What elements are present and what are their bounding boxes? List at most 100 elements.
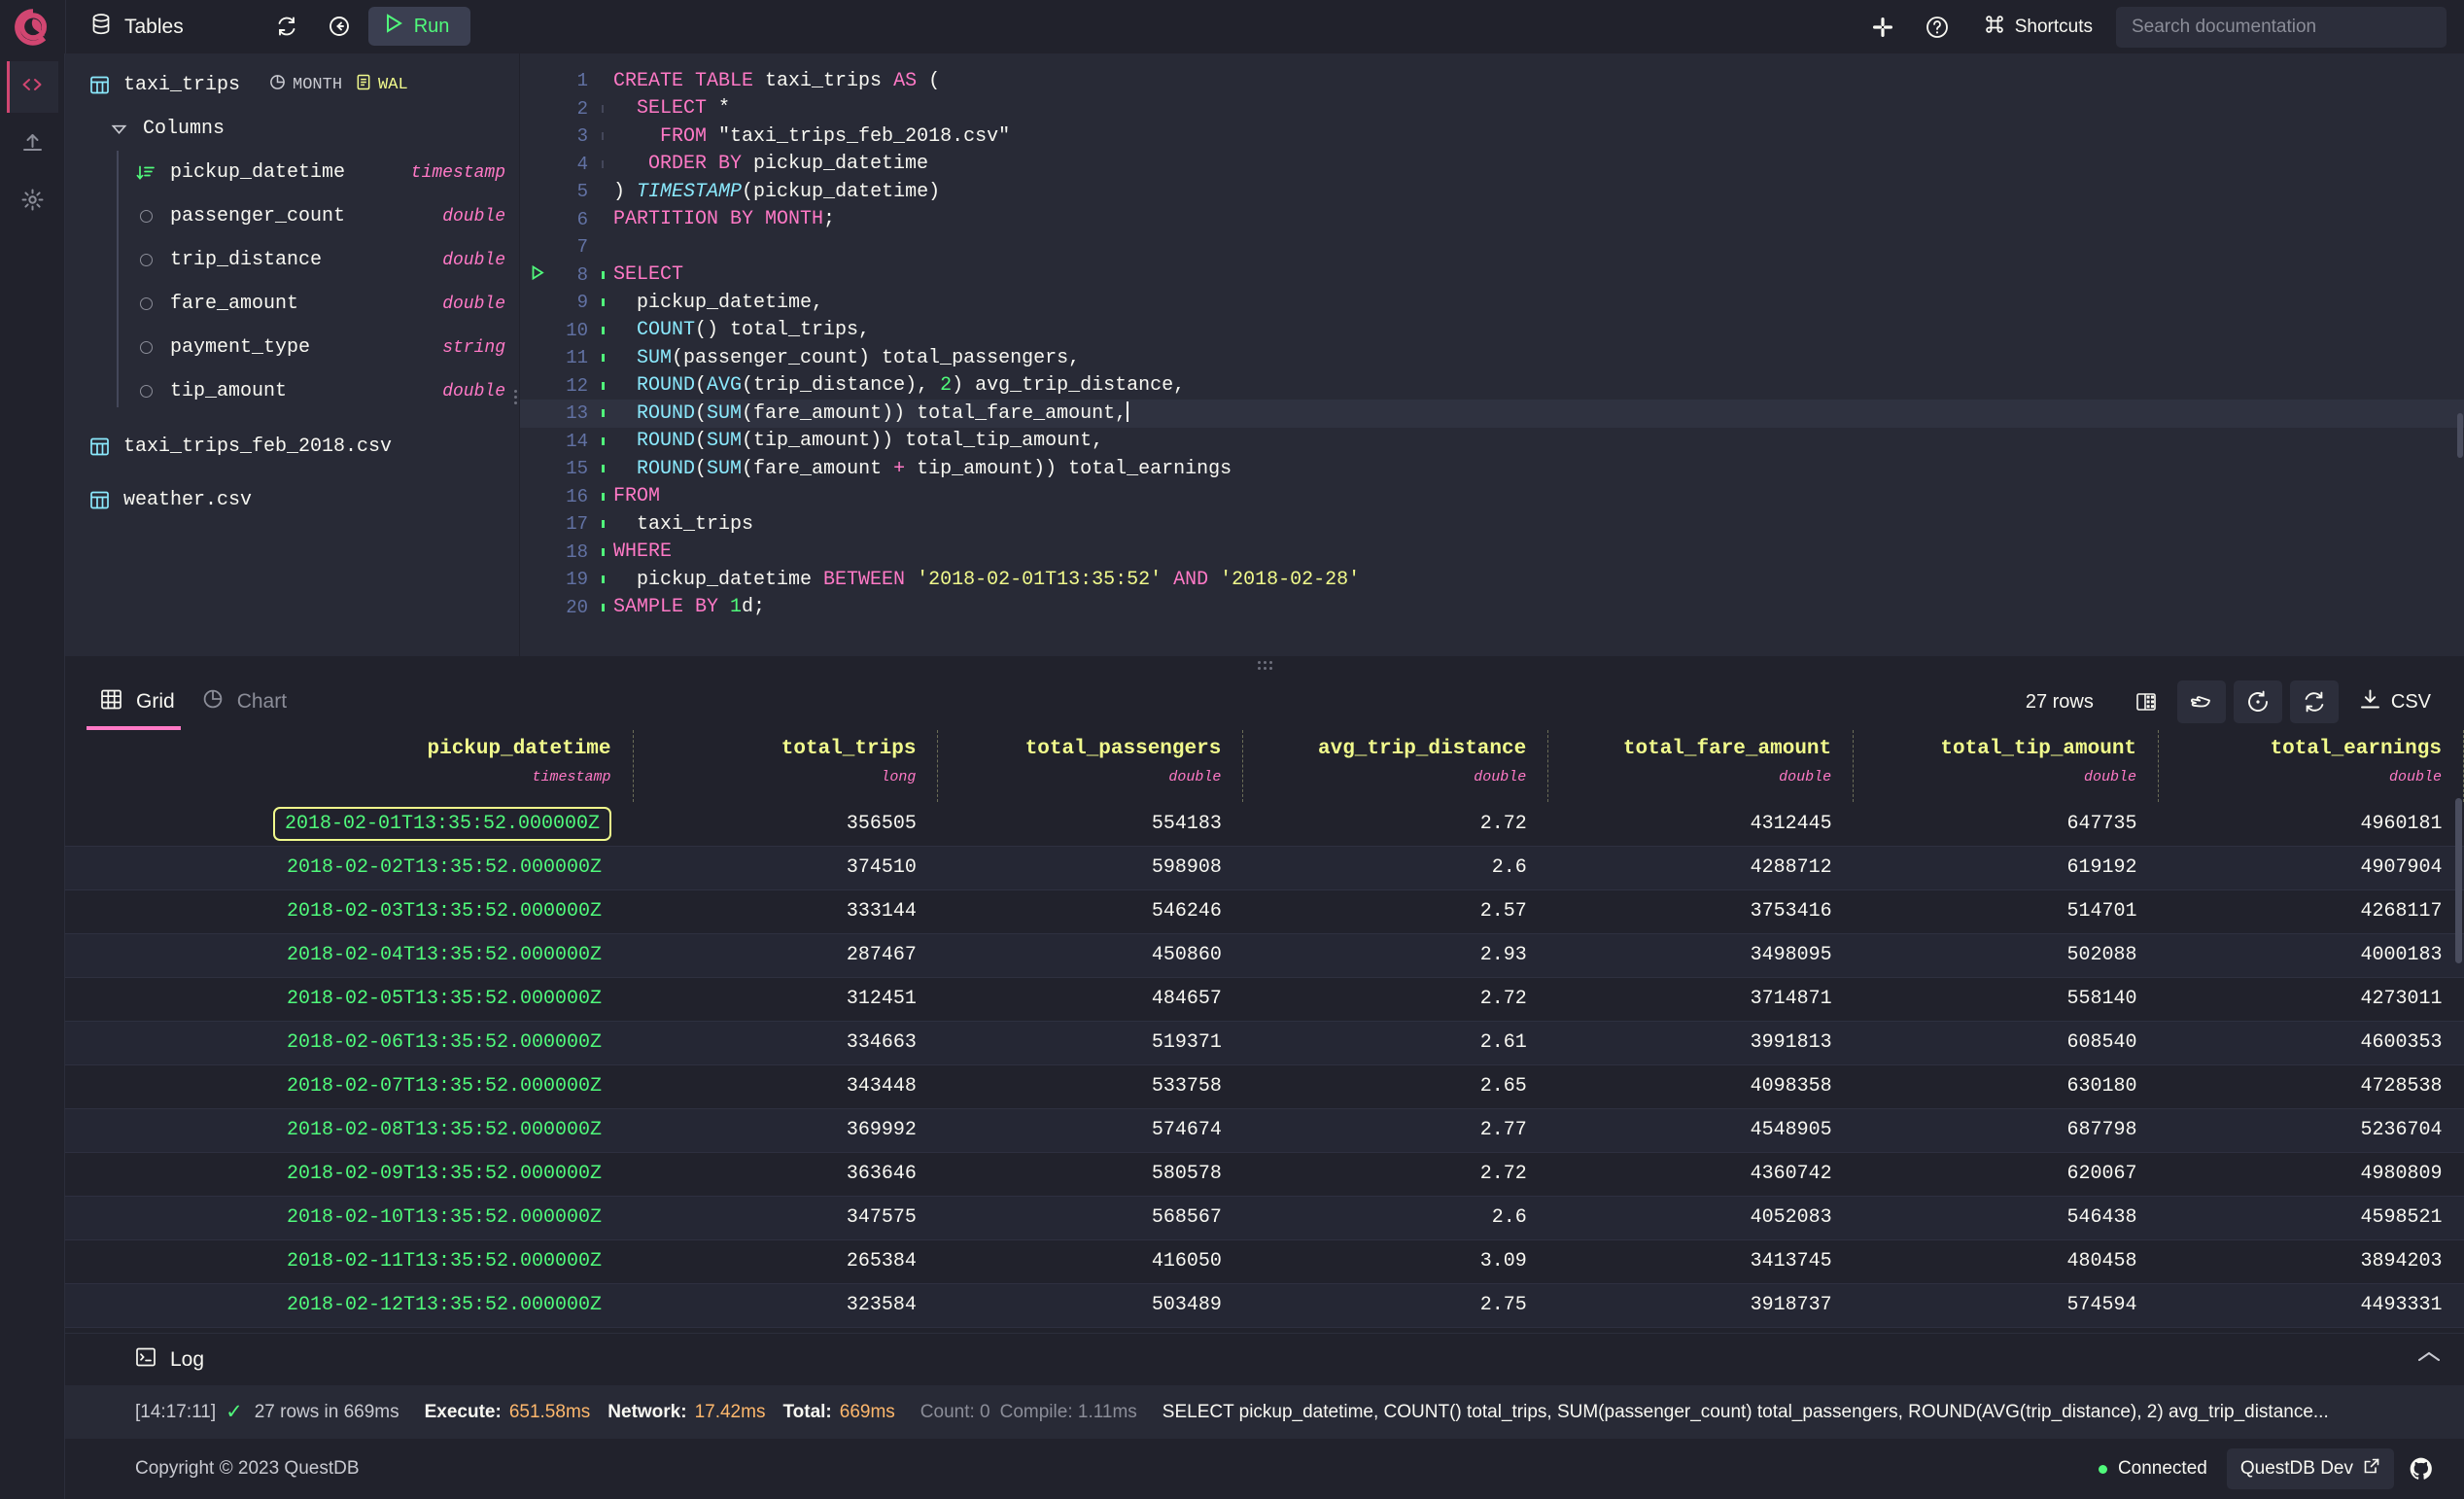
sql-editor-line[interactable]: 9 pickup_datetime, — [520, 289, 2464, 317]
sql-editor[interactable]: 1 CREATE TABLE taxi_trips AS (2 SELECT * 3… — [520, 53, 2464, 656]
value-cell[interactable]: 568567 — [937, 1196, 1243, 1240]
value-cell[interactable]: 4268117 — [2158, 889, 2464, 934]
value-cell[interactable]: 4960181 — [2158, 802, 2464, 847]
value-cell[interactable]: 4548905 — [1547, 1108, 1854, 1153]
table-row[interactable]: 2018-02-08T13:35:52.000000Z 369992 574674 2… — [65, 1108, 2464, 1153]
value-cell[interactable]: 514701 — [1853, 889, 2159, 934]
value-cell[interactable]: 2.93 — [1242, 933, 1548, 978]
value-cell[interactable]: 3894203 — [2158, 1239, 2464, 1284]
value-cell[interactable]: 369992 — [633, 1108, 938, 1153]
timestamp-cell[interactable]: 2018-02-09T13:35:52.000000Z — [65, 1152, 634, 1197]
value-cell[interactable]: 608540 — [1853, 1021, 2159, 1065]
value-cell[interactable]: 3714871 — [1547, 977, 1854, 1022]
value-cell[interactable]: 4907904 — [2158, 846, 2464, 890]
table-row[interactable]: 2018-02-02T13:35:52.000000Z 374510 598908 2… — [65, 846, 2464, 890]
value-cell[interactable]: 4098358 — [1547, 1064, 1854, 1109]
value-cell[interactable]: 312451 — [633, 977, 938, 1022]
value-cell[interactable]: 546246 — [937, 889, 1243, 934]
column-header[interactable]: total_earnings double — [2158, 730, 2464, 802]
column-header[interactable]: avg_trip_distance double — [1242, 730, 1549, 802]
sql-editor-line[interactable]: 19 pickup_datetime BETWEEN '2018-02-01T1… — [520, 566, 2464, 594]
value-cell[interactable]: 2.75 — [1242, 1283, 1548, 1328]
column-header[interactable]: total_passengers double — [937, 730, 1244, 802]
value-cell[interactable]: 333144 — [633, 889, 938, 934]
timestamp-cell[interactable]: 2018-02-04T13:35:52.000000Z — [65, 933, 634, 978]
value-cell[interactable]: 3.09 — [1242, 1239, 1548, 1284]
sql-editor-line[interactable]: 6 PARTITION BY MONTH; — [520, 206, 2464, 234]
sql-editor-line[interactable]: 2 SELECT * — [520, 95, 2464, 123]
value-cell[interactable]: 450860 — [937, 933, 1243, 978]
slack-icon[interactable] — [1859, 7, 1906, 48]
table-row[interactable]: 2018-02-05T13:35:52.000000Z 312451 484657 2… — [65, 977, 2464, 1022]
value-cell[interactable]: 4600353 — [2158, 1021, 2464, 1065]
value-cell[interactable]: 598908 — [937, 846, 1243, 890]
table-row[interactable]: 2018-02-04T13:35:52.000000Z 287467 450860 2… — [65, 933, 2464, 978]
editor-scrollbar[interactable] — [2457, 413, 2463, 458]
value-cell[interactable]: 5236704 — [2158, 1108, 2464, 1153]
value-cell[interactable]: 374510 — [633, 846, 938, 890]
value-cell[interactable]: 533758 — [937, 1064, 1243, 1109]
history-icon[interactable] — [2233, 680, 2282, 723]
value-cell[interactable]: 356505 — [633, 802, 938, 847]
arrow-left-circle-icon[interactable] — [316, 8, 363, 45]
value-cell[interactable]: 4493331 — [2158, 1283, 2464, 1328]
timestamp-cell[interactable]: 2018-02-12T13:35:52.000000Z — [65, 1283, 634, 1328]
schema-panel-resize-handle[interactable] — [512, 384, 519, 409]
value-cell[interactable]: 574674 — [937, 1108, 1243, 1153]
sql-editor-line[interactable]: 16 FROM — [520, 483, 2464, 511]
value-cell[interactable]: 2.6 — [1242, 1196, 1548, 1240]
hand-pointer-icon[interactable] — [2176, 680, 2226, 723]
timestamp-cell[interactable]: 2018-02-01T13:35:52.000000Z — [65, 802, 634, 847]
schema-table-weather-csv[interactable]: weather.csv — [65, 478, 519, 522]
sql-editor-line[interactable]: 11 SUM(passenger_count) total_passengers… — [520, 344, 2464, 372]
freeze-columns-icon[interactable] — [2123, 680, 2169, 723]
sql-editor-line[interactable]: 15 ROUND(SUM(fare_amount + tip_amount)) … — [520, 455, 2464, 483]
value-cell[interactable]: 4598521 — [2158, 1196, 2464, 1240]
schema-table-taxi-trips[interactable]: taxi_trips MONTH WAL — [65, 63, 519, 107]
value-cell[interactable]: 3991813 — [1547, 1021, 1854, 1065]
value-cell[interactable]: 554183 — [937, 802, 1243, 847]
rail-item-import[interactable] — [7, 119, 58, 170]
schema-column[interactable]: tip_amount double — [65, 369, 519, 413]
value-cell[interactable]: 2.72 — [1242, 1152, 1548, 1197]
sql-editor-line[interactable]: 14 ROUND(SUM(tip_amount)) total_tip_amou… — [520, 428, 2464, 456]
value-cell[interactable]: 323584 — [633, 1283, 938, 1328]
results-grid[interactable]: pickup_datetime timestamp total_trips long t… — [65, 730, 2464, 1333]
tab-chart[interactable]: Chart — [189, 674, 300, 730]
questdb-logo-icon[interactable] — [0, 0, 65, 53]
sql-editor-line[interactable]: 5) TIMESTAMP(pickup_datetime) — [520, 178, 2464, 206]
value-cell[interactable]: 287467 — [633, 933, 938, 978]
tab-grid[interactable]: Grid — [87, 674, 189, 730]
schema-column[interactable]: passenger_count double — [65, 194, 519, 238]
value-cell[interactable]: 2.72 — [1242, 977, 1548, 1022]
value-cell[interactable]: 4052083 — [1547, 1196, 1854, 1240]
editor-results-resize-handle[interactable] — [65, 656, 2464, 674]
value-cell[interactable]: 647735 — [1853, 802, 2159, 847]
value-cell[interactable]: 2.65 — [1242, 1064, 1548, 1109]
shortcuts-button[interactable]: Shortcuts — [1968, 7, 2108, 48]
sql-editor-line[interactable]: 4 ORDER BY pickup_datetime — [520, 151, 2464, 179]
rail-item-settings[interactable] — [7, 176, 58, 227]
value-cell[interactable]: 343448 — [633, 1064, 938, 1109]
sql-editor-line[interactable]: 17 taxi_trips — [520, 510, 2464, 539]
value-cell[interactable]: 2.57 — [1242, 889, 1548, 934]
refresh-icon[interactable] — [263, 8, 310, 45]
value-cell[interactable]: 4728538 — [2158, 1064, 2464, 1109]
value-cell[interactable]: 334663 — [633, 1021, 938, 1065]
timestamp-cell[interactable]: 2018-02-08T13:35:52.000000Z — [65, 1108, 634, 1153]
value-cell[interactable]: 2.72 — [1242, 802, 1548, 847]
table-row[interactable]: 2018-02-09T13:35:52.000000Z 363646 580578 2… — [65, 1152, 2464, 1197]
log-toggle[interactable]: Log — [135, 1346, 204, 1374]
value-cell[interactable]: 619192 — [1853, 846, 2159, 890]
timestamp-cell[interactable]: 2018-02-10T13:35:52.000000Z — [65, 1196, 634, 1240]
instance-button[interactable]: QuestDB Dev — [2226, 1448, 2394, 1489]
timestamp-cell[interactable]: 2018-02-03T13:35:52.000000Z — [65, 889, 634, 934]
schema-column[interactable]: fare_amount double — [65, 282, 519, 326]
schema-column[interactable]: pickup_datetime timestamp — [65, 151, 519, 194]
timestamp-cell[interactable]: 2018-02-02T13:35:52.000000Z — [65, 846, 634, 890]
search-documentation-input[interactable] — [2116, 6, 2447, 48]
table-row[interactable]: 2018-02-10T13:35:52.000000Z 347575 568567 2… — [65, 1196, 2464, 1240]
run-button[interactable]: Run — [367, 7, 471, 46]
github-icon[interactable] — [2400, 1447, 2443, 1490]
value-cell[interactable]: 2.6 — [1242, 846, 1548, 890]
